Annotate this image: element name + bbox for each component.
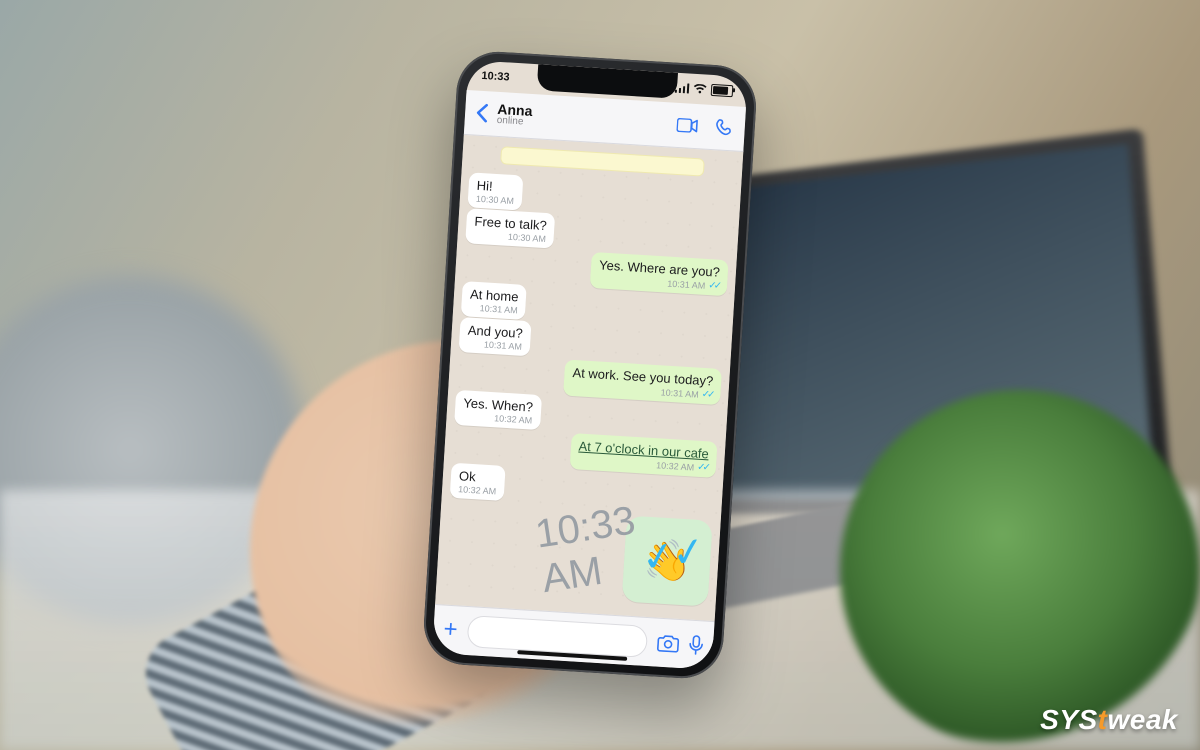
message-time: 10:33 AM <box>532 498 644 602</box>
watermark-accent: t <box>1098 704 1108 735</box>
message-time: 10:32 AM <box>656 460 695 472</box>
read-receipt-icon: ✓✓ <box>638 528 705 583</box>
message-time: 10:31 AM <box>660 387 699 399</box>
sticker-bubble: 👋 10:33 AM✓✓ <box>622 516 713 607</box>
watermark-logo: SYStweak <box>1040 704 1178 736</box>
chat-scroll-area[interactable]: Hi! 10:30 AM Free to talk? 10:30 AM Yes.… <box>435 134 743 622</box>
camera-button[interactable] <box>657 634 680 653</box>
message-input[interactable] <box>467 615 649 658</box>
message-time: 10:32 AM <box>458 484 497 496</box>
message-out-sticker[interactable]: 👋 10:33 AM✓✓ <box>444 499 713 607</box>
read-receipt-icon: ✓✓ <box>701 389 712 401</box>
background-plant <box>840 390 1200 750</box>
message-time: 10:32 AM <box>494 413 533 425</box>
message-time: 10:31 AM <box>479 303 518 315</box>
back-button[interactable] <box>475 103 490 124</box>
video-call-button[interactable] <box>676 118 699 133</box>
message-time: 10:30 AM <box>508 232 547 244</box>
microphone-button[interactable] <box>689 635 704 656</box>
message-time: 10:31 AM <box>667 278 706 290</box>
message-text: At home <box>470 287 519 305</box>
voice-call-button[interactable] <box>714 117 735 138</box>
read-receipt-icon: ✓✓ <box>697 462 708 474</box>
watermark-pre: SYS <box>1040 704 1098 735</box>
phone-screen: 10:33 Anna online <box>432 60 748 670</box>
watermark-post: weak <box>1108 704 1179 735</box>
read-receipt-icon: ✓✓ <box>708 280 719 292</box>
wifi-icon <box>693 84 708 95</box>
status-time: 10:33 <box>481 70 510 84</box>
attach-button[interactable]: + <box>443 618 458 643</box>
message-text: Ok <box>459 468 498 485</box>
encryption-banner <box>500 146 705 176</box>
message-text: Hi! <box>476 178 515 195</box>
phone-frame: 10:33 Anna online <box>422 49 759 680</box>
scene-photo: 10:33 Anna online <box>0 0 1200 750</box>
battery-icon <box>711 84 734 97</box>
chat-title[interactable]: Anna online <box>496 102 661 136</box>
message-time: 10:31 AM <box>484 339 523 351</box>
message-time: 10:30 AM <box>476 194 515 206</box>
